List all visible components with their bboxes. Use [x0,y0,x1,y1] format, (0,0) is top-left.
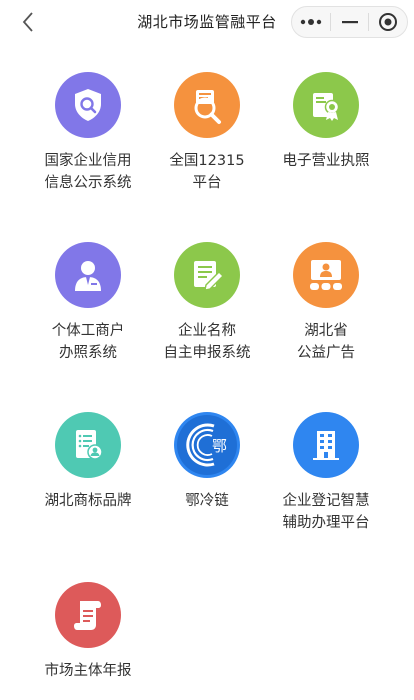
document-pen-icon [194,261,224,291]
minimize-button[interactable] [331,7,369,37]
service-label: 国家企业信用 信息公示系统 [44,153,132,191]
service-label: 湖北省 公益广告 [297,323,355,361]
service-tile-public-ads[interactable]: 湖北省 公益广告 [257,230,395,390]
service-tile-annual-report[interactable]: 市场主体年报 [19,570,157,700]
service-tile-registration[interactable]: 企业登记智慧 辅助办理平台 [257,400,395,560]
service-label: 全国12315 平台 [169,153,245,191]
person-user-icon [75,261,101,291]
service-tile-12315[interactable]: 全国12315 平台 [138,60,276,220]
service-icon-bg [293,242,359,308]
service-icon-bg [55,412,121,478]
service-icon-bg [174,242,240,308]
minimize-icon [341,21,358,24]
service-icon-bg: 鄂 [174,412,240,478]
service-icon-bg [55,582,121,648]
service-label: 个体工商户 办照系统 [51,323,125,361]
service-tile-e-license[interactable]: 电子营业执照 [257,60,395,220]
service-icon-bg [55,72,121,138]
service-label: 鄂冷链 [185,493,229,509]
mini-program-capsule [291,6,408,38]
magnifier-clipboard-icon [194,90,221,124]
trademark-document-icon [76,430,103,460]
target-close-icon [379,13,398,31]
service-label: 市场主体年报 [44,663,132,679]
more-dots-icon [300,19,322,25]
service-icon-bg [174,72,240,138]
service-label: 企业登记智慧 辅助办理平台 [282,493,370,531]
service-icon-bg [55,242,121,308]
scroll-report-icon [74,601,101,630]
presentation-board-icon [310,260,342,290]
close-button[interactable] [369,7,407,37]
service-tile-credit-info[interactable]: 国家企业信用 信息公示系统 [19,60,157,220]
office-building-icon [313,431,339,460]
svg-text:鄂: 鄂 [212,437,227,455]
service-label: 企业名称 自主申报系统 [163,323,251,361]
service-label: 电子营业执照 [282,153,370,169]
shield-search-icon [75,89,101,121]
e-cold-chain-logo-icon: 鄂 [177,415,237,475]
license-badge-icon [313,93,340,121]
service-icon-bg [293,72,359,138]
service-tile-cold-chain[interactable]: 鄂 鄂冷链 [138,400,276,560]
service-tile-enterprise-name[interactable]: 企业名称 自主申报系统 [138,230,276,390]
service-tile-trademark[interactable]: 湖北商标品牌 [19,400,157,560]
service-label: 湖北商标品牌 [44,493,132,509]
service-tile-individual-business[interactable]: 个体工商户 办照系统 [19,230,157,390]
more-button[interactable] [292,7,330,37]
service-icon-bg [293,412,359,478]
top-navbar: 湖北市场监管融平台 [0,0,414,44]
